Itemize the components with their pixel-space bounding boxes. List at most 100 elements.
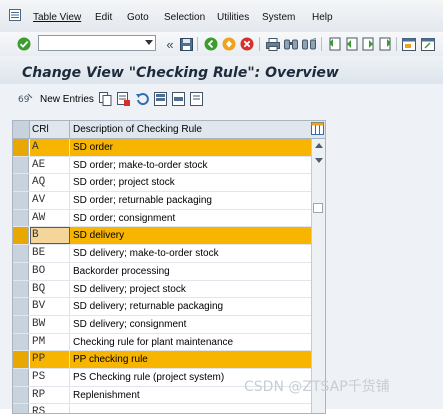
enter-icon[interactable] bbox=[16, 36, 32, 52]
find-next-icon[interactable] bbox=[301, 36, 317, 52]
checking-rule-description-cell[interactable]: SD order; consignment bbox=[70, 210, 311, 227]
checking-rule-code-cell[interactable]: AW bbox=[30, 209, 70, 227]
previous-page-icon[interactable] bbox=[343, 36, 359, 52]
table-row[interactable]: PP PP checking rule bbox=[13, 351, 311, 369]
table-row[interactable]: BW SD delivery; consignment bbox=[13, 315, 311, 334]
new-entries-button[interactable]: New Entries bbox=[40, 94, 94, 105]
row-selector[interactable] bbox=[13, 315, 29, 333]
row-selector[interactable] bbox=[13, 245, 29, 262]
scroll-thumb[interactable] bbox=[313, 203, 323, 213]
menu-edit[interactable]: Edit bbox=[95, 12, 112, 23]
table-row[interactable]: A SD order bbox=[13, 139, 311, 157]
shortcut-icon[interactable] bbox=[420, 36, 436, 52]
row-selector[interactable] bbox=[13, 368, 29, 386]
checking-rule-code-cell[interactable]: AV bbox=[30, 192, 70, 209]
table-row[interactable]: AV SD order; returnable packaging bbox=[13, 192, 311, 210]
checking-rule-code-cell[interactable]: RP bbox=[30, 386, 70, 404]
menu-help[interactable]: Help bbox=[312, 12, 333, 23]
row-selector[interactable] bbox=[13, 139, 29, 156]
table-row[interactable]: AW SD order; consignment bbox=[13, 209, 311, 228]
checking-rule-description-cell[interactable]: SD delivery; returnable packaging bbox=[70, 298, 311, 315]
scroll-up-icon[interactable] bbox=[315, 143, 323, 148]
first-page-icon[interactable] bbox=[326, 36, 342, 52]
row-selector[interactable] bbox=[13, 280, 29, 298]
checking-rule-description-cell[interactable]: SD order bbox=[70, 139, 311, 156]
row-selector[interactable] bbox=[13, 174, 29, 192]
table-row[interactable]: BQ SD delivery; project stock bbox=[13, 280, 311, 299]
menu-selection[interactable]: Selection bbox=[164, 12, 205, 23]
save-icon[interactable] bbox=[178, 36, 194, 52]
row-selector[interactable] bbox=[13, 156, 29, 174]
table-row[interactable]: B SD delivery bbox=[13, 227, 311, 246]
new-session-icon[interactable] bbox=[401, 36, 417, 52]
checking-rule-code-cell[interactable]: BE bbox=[30, 245, 70, 262]
delete-icon[interactable] bbox=[117, 92, 130, 106]
checking-rule-description-cell[interactable]: SD order; make-to-order stock bbox=[70, 157, 311, 174]
menu-utilities[interactable]: Utilities bbox=[217, 12, 249, 23]
chevron-down-icon[interactable] bbox=[145, 40, 153, 45]
undo-change-icon[interactable] bbox=[135, 92, 149, 106]
checking-rule-code-cell[interactable]: PM bbox=[30, 333, 70, 351]
checking-rule-code-cell[interactable]: BV bbox=[30, 298, 70, 315]
checking-rule-code-cell[interactable]: BW bbox=[30, 315, 70, 333]
new-entries-icon[interactable]: 69 bbox=[18, 92, 33, 106]
checking-rule-description-cell[interactable]: SD delivery; consignment bbox=[70, 316, 311, 333]
table-row[interactable]: AE SD order; make-to-order stock bbox=[13, 156, 311, 175]
checking-rule-code-cell[interactable]: BQ bbox=[30, 280, 70, 298]
menu-icon[interactable] bbox=[9, 9, 21, 21]
last-page-icon[interactable] bbox=[377, 36, 393, 52]
table-row[interactable]: BO Backorder processing bbox=[13, 262, 311, 281]
row-selector[interactable] bbox=[13, 351, 29, 368]
menu-system[interactable]: System bbox=[262, 12, 295, 23]
deselect-all-icon[interactable] bbox=[190, 92, 203, 106]
column-header-description[interactable]: Description of Checking Rule bbox=[70, 121, 310, 138]
print-icon[interactable] bbox=[265, 36, 281, 52]
command-field[interactable] bbox=[38, 35, 156, 51]
row-selector[interactable] bbox=[13, 404, 29, 413]
cancel-icon[interactable] bbox=[239, 36, 255, 52]
column-header-crl[interactable]: CRl bbox=[30, 121, 70, 138]
row-selector[interactable] bbox=[13, 333, 29, 351]
checking-rule-description-cell[interactable]: SD delivery; make-to-order stock bbox=[70, 245, 311, 262]
menu-goto[interactable]: Goto bbox=[127, 12, 149, 23]
checking-rule-code-cell[interactable]: RS bbox=[30, 404, 70, 413]
checking-rule-description-cell[interactable]: SD order; returnable packaging bbox=[70, 192, 311, 209]
copy-as-icon[interactable] bbox=[99, 92, 112, 106]
table-row[interactable]: PM Checking rule for plant maintenance bbox=[13, 333, 311, 352]
table-row[interactable]: RS bbox=[13, 404, 311, 413]
back-icon[interactable] bbox=[203, 36, 219, 52]
checking-rule-code-cell[interactable]: BO bbox=[30, 262, 70, 280]
collapse-icon[interactable]: « bbox=[162, 36, 178, 52]
checking-rule-description-cell[interactable]: SD delivery bbox=[70, 227, 311, 245]
checking-rule-description-cell[interactable]: SD order; project stock bbox=[70, 174, 311, 191]
checking-rule-code-cell[interactable]: AE bbox=[30, 156, 70, 174]
checking-rule-description-cell[interactable]: SD delivery; project stock bbox=[70, 281, 311, 298]
row-selector[interactable] bbox=[13, 298, 29, 315]
checking-rule-code-cell[interactable]: PP bbox=[30, 351, 70, 368]
checking-rule-description-cell[interactable]: PP checking rule bbox=[70, 351, 311, 368]
checking-rule-code-cell[interactable]: A bbox=[30, 139, 70, 156]
select-all-rows-button[interactable] bbox=[13, 121, 30, 138]
row-selector[interactable] bbox=[13, 209, 29, 227]
select-all-icon[interactable] bbox=[154, 92, 167, 106]
row-selector[interactable] bbox=[13, 227, 29, 245]
scroll-down-icon[interactable] bbox=[315, 158, 323, 163]
vertical-scrollbar[interactable] bbox=[311, 139, 325, 413]
checking-rule-code-cell[interactable]: AQ bbox=[30, 174, 70, 192]
row-selector[interactable] bbox=[13, 262, 29, 280]
exit-icon[interactable] bbox=[221, 36, 237, 52]
checking-rule-description-cell[interactable] bbox=[70, 404, 311, 413]
table-row[interactable]: AQ SD order; project stock bbox=[13, 174, 311, 193]
table-row[interactable]: BV SD delivery; returnable packaging bbox=[13, 298, 311, 316]
find-icon[interactable] bbox=[283, 36, 299, 52]
checking-rule-code-cell[interactable]: PS bbox=[30, 368, 70, 386]
menu-table-view[interactable]: Table View bbox=[33, 12, 81, 23]
row-selector[interactable] bbox=[13, 386, 29, 404]
checking-rule-code-cell[interactable]: B bbox=[30, 227, 70, 245]
table-row[interactable]: BE SD delivery; make-to-order stock bbox=[13, 245, 311, 263]
checking-rule-description-cell[interactable]: Checking rule for plant maintenance bbox=[70, 334, 311, 351]
select-block-icon[interactable] bbox=[172, 92, 185, 106]
checking-rule-description-cell[interactable]: Backorder processing bbox=[70, 263, 311, 280]
row-selector[interactable] bbox=[13, 192, 29, 209]
table-settings-icon[interactable] bbox=[311, 122, 324, 135]
